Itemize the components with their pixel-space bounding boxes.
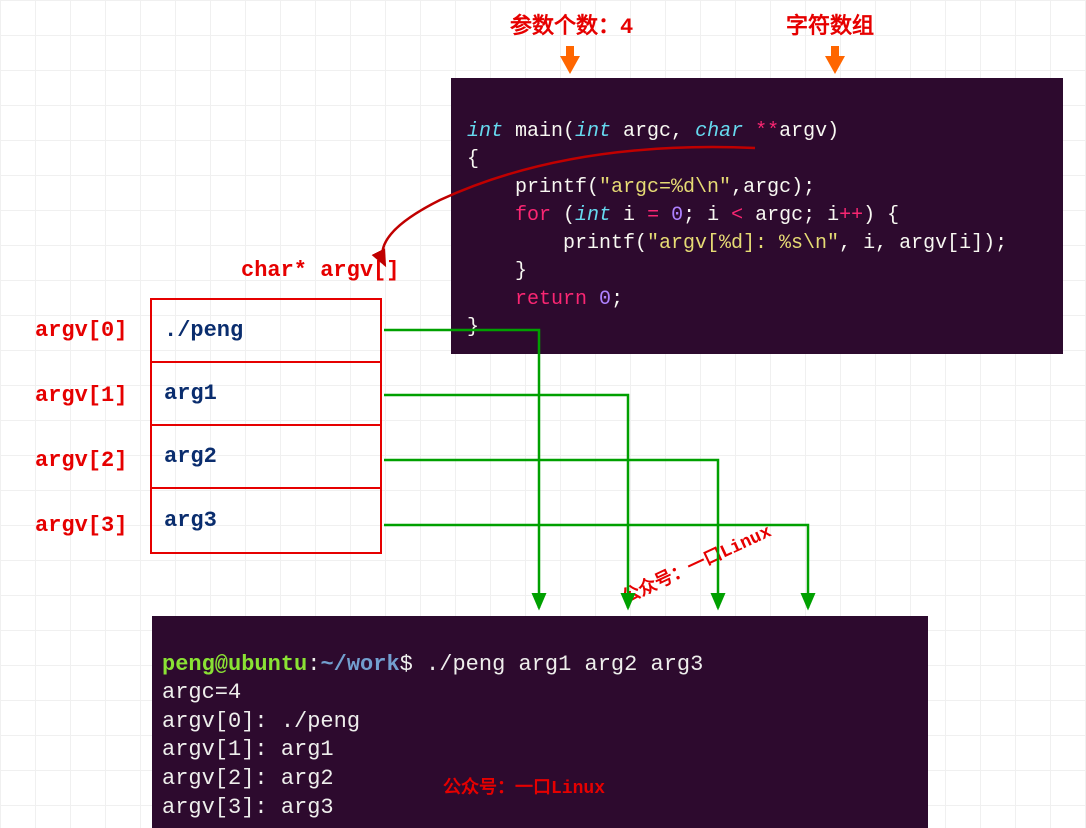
code-token: char — [695, 120, 743, 143]
code-token: for — [467, 204, 551, 227]
code-token: , i, argv[i]); — [839, 232, 1007, 255]
code-token: "argc=%d\n" — [599, 176, 731, 199]
code-token: return — [467, 288, 587, 311]
code-token: ; i — [683, 204, 731, 227]
code-token: ,argc); — [731, 176, 815, 199]
code-token: ** — [743, 120, 779, 143]
terminal-line: argv[1]: arg1 — [162, 737, 334, 762]
watermark-text: 公众号：一口Linux — [617, 517, 775, 609]
code-token: { — [467, 148, 479, 171]
array-cell: arg2 — [152, 426, 380, 489]
array-cell: ./peng — [152, 300, 380, 363]
code-token: = — [647, 204, 659, 227]
terminal-line: argv[0]: ./peng — [162, 709, 360, 734]
code-token: } — [467, 316, 479, 339]
code-token: ) { — [863, 204, 899, 227]
argc-annotation: 参数个数：4 — [510, 8, 633, 40]
code-token: i — [611, 204, 647, 227]
watermark-text: 公众号：一口Linux — [443, 773, 605, 799]
code-token: < — [731, 204, 743, 227]
code-token: printf( — [467, 232, 647, 255]
code-snippet: int main(int argc, char **argv) { printf… — [451, 78, 1063, 354]
code-token: 0 — [671, 204, 683, 227]
code-token: int — [575, 204, 611, 227]
array-cell: arg1 — [152, 363, 380, 426]
code-token — [659, 204, 671, 227]
argv-array-box: ./peng arg1 arg2 arg3 — [150, 298, 382, 554]
terminal-line: argv[3]: arg3 — [162, 795, 334, 820]
array-cell: arg3 — [152, 489, 380, 552]
code-token: ( — [551, 204, 575, 227]
code-token: argv) — [779, 120, 839, 143]
terminal-line: argv[2]: arg2 — [162, 766, 334, 791]
terminal-text: : — [307, 652, 320, 677]
code-token: } — [467, 260, 527, 283]
argv-annotation: 字符数组 — [786, 8, 874, 40]
argv-index-label: argv[2] — [35, 448, 127, 473]
code-token: printf( — [467, 176, 599, 199]
argv-index-label: argv[0] — [35, 318, 127, 343]
code-token: argc, — [611, 120, 695, 143]
code-token: "argv[%d]: %s\n" — [647, 232, 839, 255]
arrow-down-icon — [825, 56, 845, 74]
argv-index-label: argv[3] — [35, 513, 127, 538]
code-token: 0 — [599, 288, 611, 311]
array-title-label: char* argv[] — [241, 258, 399, 283]
terminal-path: ~/work — [320, 652, 399, 677]
code-token: int — [467, 120, 503, 143]
code-token — [587, 288, 599, 311]
argv-index-label: argv[1] — [35, 383, 127, 408]
code-token: ++ — [839, 204, 863, 227]
code-token: ; — [611, 288, 623, 311]
code-token: int — [575, 120, 611, 143]
arrow-down-icon — [560, 56, 580, 74]
terminal-text: $ — [400, 652, 413, 677]
terminal-cmd: ./peng arg1 arg2 arg3 — [413, 652, 703, 677]
terminal-line: argc=4 — [162, 680, 241, 705]
code-token: argc; i — [743, 204, 839, 227]
code-token: main( — [503, 120, 575, 143]
terminal-user: peng@ubuntu — [162, 652, 307, 677]
